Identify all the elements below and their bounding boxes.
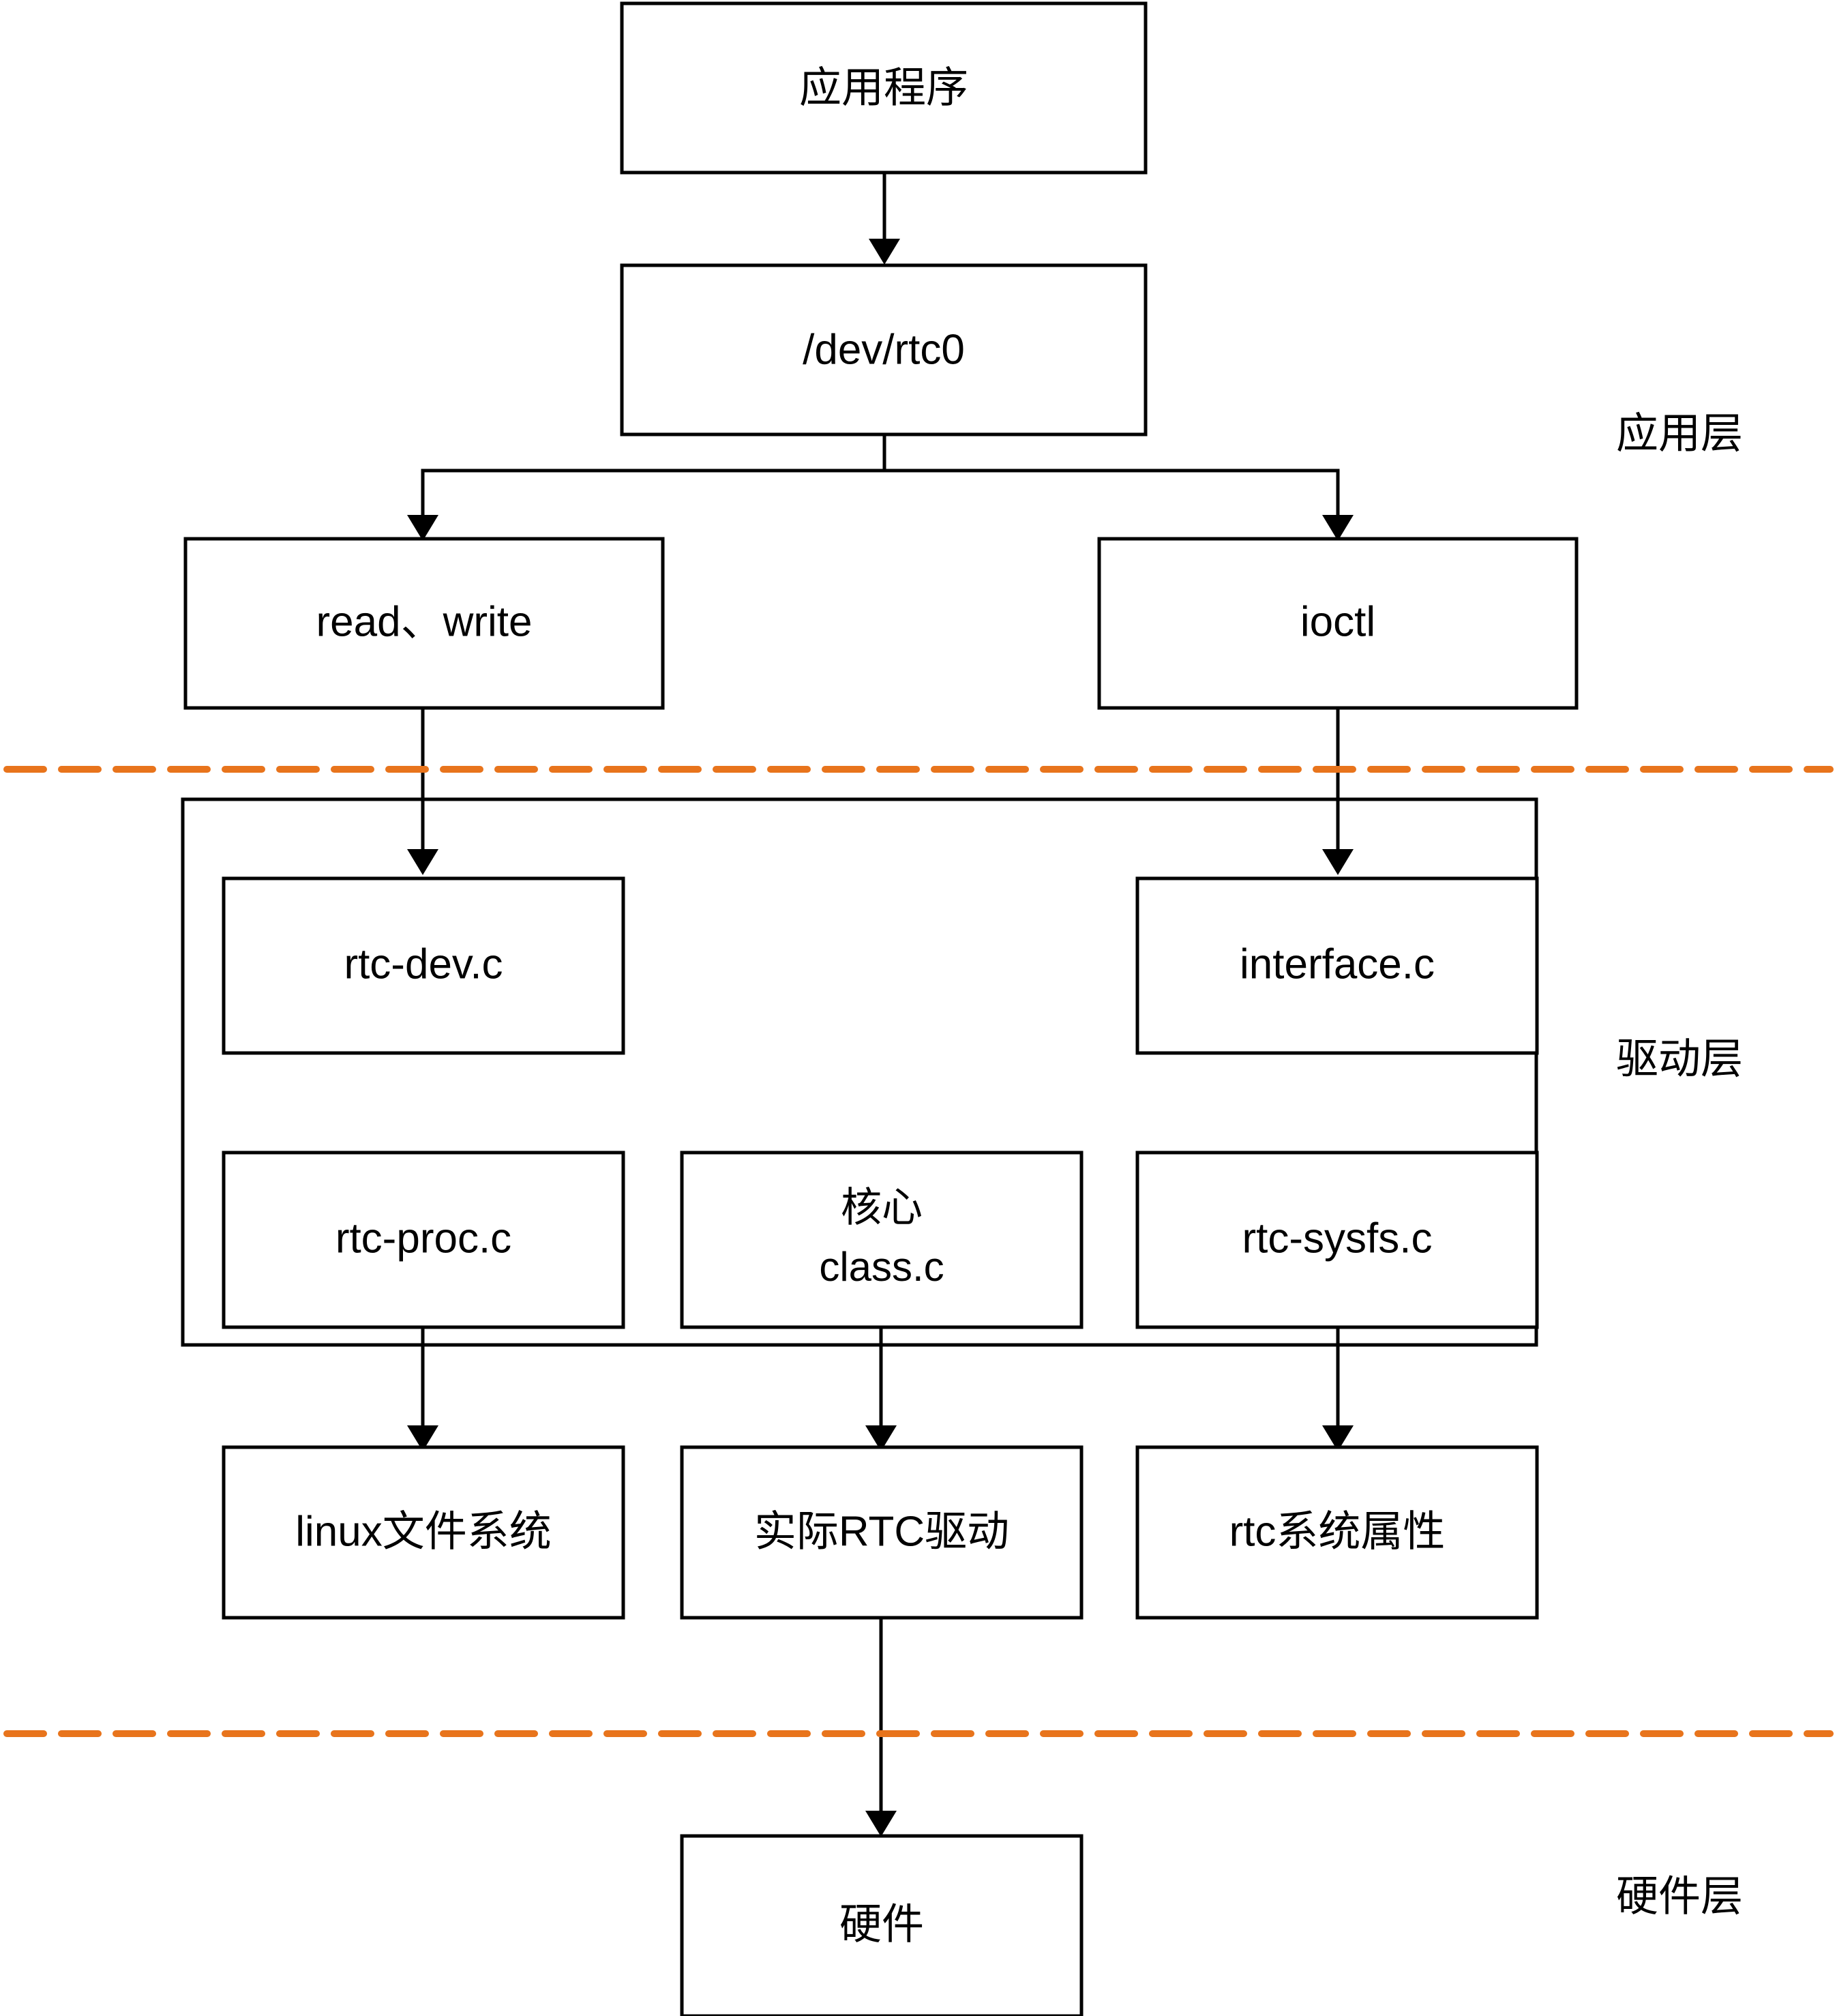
node-label-linux-filesystem: linux文件系统 bbox=[295, 1508, 552, 1555]
rtc-architecture-diagram: 应用程序 /dev/rtc0 read、write ioctl rtc-dev.… bbox=[0, 0, 1837, 2016]
node-label-application: 应用程序 bbox=[799, 64, 968, 111]
layer-label-application: 应用层 bbox=[1616, 410, 1743, 457]
node-label-core-class-c-line1: 核心 bbox=[841, 1185, 923, 1230]
diagram-canvas: 应用程序 /dev/rtc0 read、write ioctl rtc-dev.… bbox=[3, 1, 1834, 2016]
node-label-rtc-sysfs-c: rtc-sysfs.c bbox=[1242, 1215, 1433, 1262]
node-label-core-class-c-line2: class.c bbox=[819, 1244, 944, 1290]
node-label-interface-c: interface.c bbox=[1240, 940, 1435, 988]
node-label-ioctl: ioctl bbox=[1300, 598, 1375, 645]
connector-devrtc0-to-ioctl bbox=[882, 434, 1354, 541]
node-label-rtc-proc-c: rtc-proc.c bbox=[335, 1215, 511, 1262]
node-label-rtc-dev-c: rtc-dev.c bbox=[344, 940, 503, 988]
connector-devrtc0-to-readwrite bbox=[407, 434, 886, 541]
layer-label-hardware: 硬件层 bbox=[1616, 1873, 1743, 1920]
node-box-core-class-c[interactable] bbox=[680, 1151, 1084, 1329]
connector-ioctl-to-interfacec bbox=[1322, 708, 1354, 875]
connector-readwrite-to-rtcdevc bbox=[407, 708, 438, 875]
connector-realrtcdriver-to-hardware bbox=[865, 1618, 897, 1837]
node-label-rtc-sys-attr: rtc系统属性 bbox=[1229, 1508, 1446, 1555]
node-label-dev-rtc0: /dev/rtc0 bbox=[803, 326, 965, 373]
connector-application-to-devrtc0 bbox=[869, 173, 900, 265]
node-label-hardware: 硬件 bbox=[839, 1901, 924, 1948]
layer-label-driver: 驱动层 bbox=[1616, 1035, 1743, 1082]
node-label-real-rtc-driver: 实际RTC驱动 bbox=[754, 1508, 1009, 1555]
node-label-read-write: read、write bbox=[316, 598, 533, 645]
